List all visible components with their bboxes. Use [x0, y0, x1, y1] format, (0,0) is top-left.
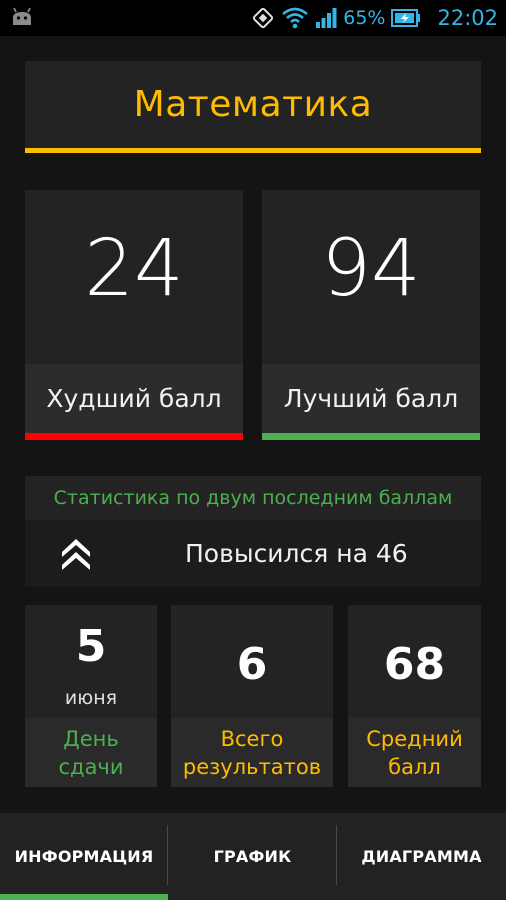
subject-title: Математика [133, 84, 373, 125]
exam-day-caption: День сдачи [25, 718, 157, 787]
worst-score-label: Худший балл [25, 364, 243, 433]
stats-change-row: Повысился на 46 [25, 520, 481, 587]
android-debug-icon [10, 7, 34, 31]
tab-chart[interactable]: ГРАФИК [168, 813, 337, 900]
clock: 22:02 [437, 6, 498, 30]
tab-diagram[interactable]: ДИАГРАММА [337, 813, 506, 900]
battery-percent: 65% [343, 7, 386, 29]
exam-day-value: 5 [75, 621, 107, 672]
double-chevron-up-icon [61, 538, 91, 574]
tab-information[interactable]: ИНФОРМАЦИЯ [0, 813, 168, 900]
exam-day-card: 5 июня День сдачи [25, 605, 157, 787]
score-change-text: Повысился на 46 [185, 539, 408, 568]
tab-diagram-label: ДИАГРАММА [361, 847, 482, 866]
signal-icon [315, 7, 337, 29]
total-results-caption: Всего результатов [171, 718, 333, 787]
exam-month: июня [64, 687, 118, 709]
total-results-card: 6 Всего результатов [171, 605, 333, 787]
best-score-label: Лучший балл [262, 364, 480, 433]
subject-title-card: Математика [25, 61, 481, 153]
worst-score-card: 24 Худший балл [25, 190, 243, 440]
battery-charging-icon [391, 9, 421, 27]
wifi-icon [281, 7, 309, 29]
bottom-tab-bar: ИНФОРМАЦИЯ ГРАФИК ДИАГРАММА [0, 813, 506, 900]
last-two-scores-stats: Статистика по двум последним баллам Повы… [25, 476, 481, 587]
screen-rotation-icon [251, 6, 275, 30]
tab-information-label: ИНФОРМАЦИЯ [14, 847, 154, 866]
best-score-value: 94 [321, 224, 421, 314]
total-results-value: 6 [236, 639, 268, 690]
active-tab-indicator [0, 894, 168, 900]
average-score-caption: Средний балл [348, 718, 481, 787]
best-score-card: 94 Лучший балл [262, 190, 480, 440]
status-bar: 65% 22:02 [0, 0, 506, 36]
worst-score-value: 24 [84, 224, 184, 314]
tab-chart-label: ГРАФИК [213, 847, 292, 866]
stats-title: Статистика по двум последним баллам [25, 476, 481, 520]
average-score-value: 68 [383, 639, 446, 690]
average-score-card: 68 Средний балл [348, 605, 481, 787]
